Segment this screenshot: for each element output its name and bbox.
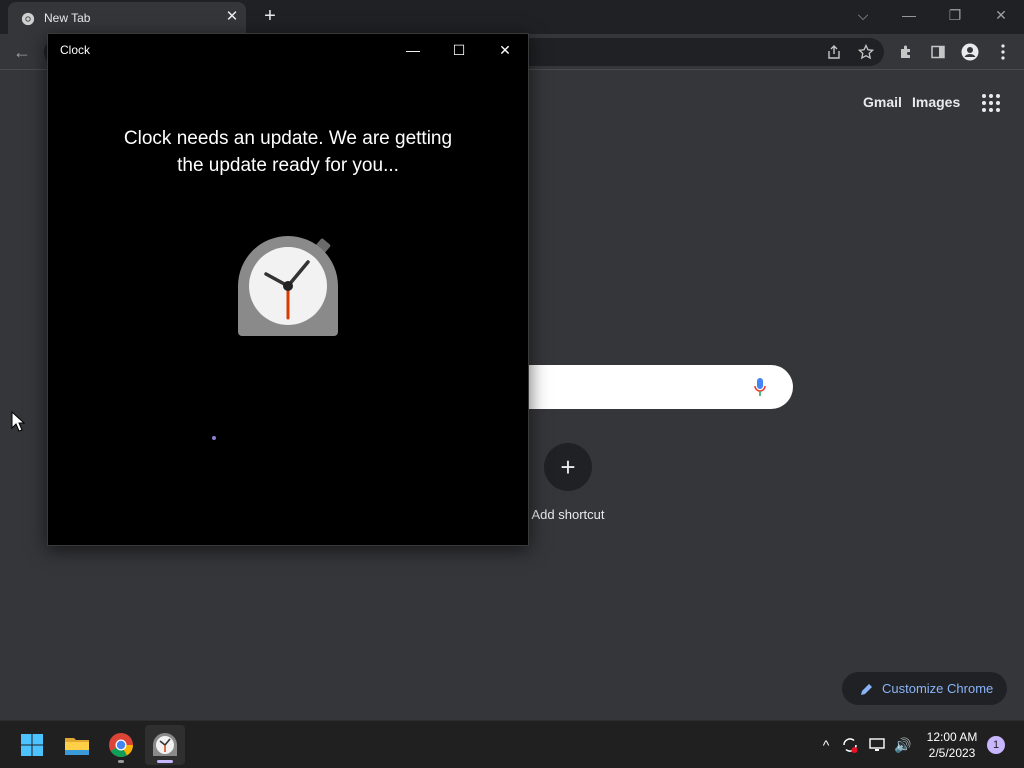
browser-minimize-button[interactable]: — bbox=[896, 4, 922, 26]
clock-icon bbox=[153, 733, 177, 756]
share-icon[interactable] bbox=[822, 40, 846, 64]
chrome-icon bbox=[109, 733, 133, 758]
chrome-menu-icon[interactable] bbox=[991, 40, 1015, 64]
browser-close-button[interactable]: ✕ bbox=[988, 4, 1014, 26]
tab-close-icon[interactable]: ✕ bbox=[224, 9, 240, 25]
chrome-favicon-icon bbox=[21, 12, 35, 26]
chrome-taskbar-button[interactable] bbox=[101, 725, 141, 765]
network-icon[interactable] bbox=[868, 735, 888, 755]
taskbar-time: 12:00 AM bbox=[926, 730, 978, 744]
clock-taskbar-button[interactable] bbox=[145, 725, 185, 765]
file-explorer-icon bbox=[65, 738, 89, 755]
alarm-clock-icon bbox=[238, 236, 338, 336]
update-message: Clock needs an update. We are getting th… bbox=[88, 125, 488, 179]
images-link[interactable]: Images bbox=[912, 94, 960, 110]
tab-search-chevron-icon[interactable]: ⌵ bbox=[850, 4, 876, 26]
clock-minimize-button[interactable]: — bbox=[398, 38, 428, 62]
sync-update-icon[interactable] bbox=[840, 735, 860, 755]
windows-start-icon bbox=[21, 734, 43, 756]
bookmark-star-icon[interactable] bbox=[854, 40, 878, 64]
taskbar-date: 2/5/2023 bbox=[928, 746, 976, 760]
file-explorer-button[interactable] bbox=[57, 725, 97, 765]
clock-app-window: Clock — ☐ ✕ Clock needs an update. We ar… bbox=[47, 33, 529, 546]
customize-chrome-button[interactable]: Customize Chrome bbox=[842, 672, 1007, 705]
extensions-icon[interactable] bbox=[894, 40, 918, 64]
volume-icon[interactable]: 🔊 bbox=[893, 735, 913, 755]
new-tab-button[interactable]: + bbox=[258, 4, 282, 28]
back-button[interactable]: ← bbox=[10, 40, 34, 64]
mouse-cursor-icon bbox=[11, 411, 25, 432]
browser-restore-button[interactable]: ❐ bbox=[942, 4, 968, 26]
voice-search-mic-icon[interactable] bbox=[753, 377, 767, 397]
clock-window-title: Clock bbox=[60, 43, 91, 57]
windows-taskbar: ^ 🔊 12:00 AM 2/5/2023 1 bbox=[0, 720, 1024, 768]
clock-active-indicator bbox=[157, 760, 173, 763]
clock-close-button[interactable]: ✕ bbox=[490, 38, 520, 62]
tab-new-tab[interactable]: New Tab ✕ bbox=[8, 2, 246, 34]
start-button[interactable] bbox=[12, 725, 52, 765]
google-apps-grid-icon[interactable] bbox=[980, 92, 1002, 114]
side-panel-icon[interactable] bbox=[926, 40, 950, 64]
customize-chrome-label: Customize Chrome bbox=[882, 681, 994, 696]
loading-indicator-dot bbox=[212, 436, 216, 440]
tab-title: New Tab bbox=[44, 11, 91, 25]
show-hidden-icons-chevron-icon[interactable]: ^ bbox=[816, 735, 836, 755]
gmail-link[interactable]: Gmail bbox=[863, 94, 902, 110]
profile-avatar-icon[interactable] bbox=[958, 40, 982, 64]
update-message-line1: Clock needs an update. We are getting bbox=[123, 128, 453, 149]
update-message-line2: the update ready for you... bbox=[177, 155, 399, 176]
add-shortcut-button[interactable]: + bbox=[544, 443, 592, 491]
notification-badge[interactable]: 1 bbox=[987, 736, 1005, 754]
chrome-running-indicator bbox=[118, 760, 124, 763]
clock-maximize-button[interactable]: ☐ bbox=[444, 38, 474, 62]
pencil-icon bbox=[861, 683, 872, 695]
taskbar-clock[interactable]: 12:00 AM 2/5/2023 bbox=[922, 729, 982, 761]
browser-tab-strip: New Tab ✕ + ⌵ — ❐ ✕ bbox=[0, 0, 1024, 34]
